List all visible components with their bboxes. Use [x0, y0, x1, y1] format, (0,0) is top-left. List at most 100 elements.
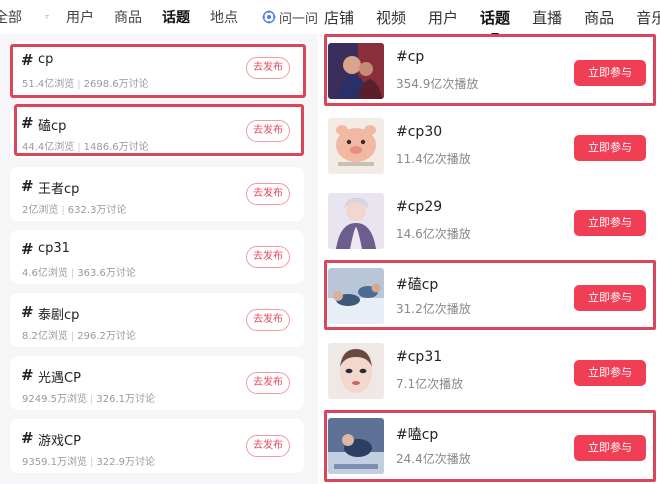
topic-stats: 51.4亿浏览 | 2698.6万讨论 — [22, 75, 149, 90]
topic-stats: 4.6亿浏览 | 363.6万讨论 — [22, 264, 136, 279]
topic-views: 8.2亿浏览 — [22, 331, 68, 342]
ask-label: 问一问 — [278, 11, 318, 27]
tab-users[interactable]: 用户 — [428, 7, 458, 28]
topic-discussions: 296.2万讨论 — [77, 331, 136, 342]
topic-views: 9249.5万浏览 — [22, 394, 87, 405]
tab-music[interactable]: 音乐 — [636, 7, 660, 28]
topic-card[interactable]: # cp 51.4亿浏览 | 2698.6万讨论 去发布 — [10, 41, 304, 95]
join-button[interactable]: 立即参与 — [574, 435, 646, 461]
topic-title: 王者cp — [38, 182, 80, 197]
post-button[interactable]: 去发布 — [246, 435, 290, 457]
topic-title: 磕cp — [38, 119, 67, 134]
topic-title: cp — [38, 52, 54, 67]
topic-title: #cp30 — [396, 124, 443, 140]
tab-stores[interactable]: 店铺 — [324, 7, 354, 28]
stats-divider: | — [90, 394, 94, 405]
topic-thumbnail — [328, 343, 384, 399]
topic-card[interactable]: # 王者cp 2亿浏览 | 632.3万讨论 去发布 — [10, 167, 304, 221]
topic-card[interactable]: # 光遇CP 9249.5万浏览 | 326.1万讨论 去发布 — [10, 356, 304, 410]
topic-thumbnail — [328, 118, 384, 174]
tab-places[interactable]: 地点 — [210, 7, 238, 27]
tab-videos[interactable]: 视频 — [376, 7, 406, 28]
topic-views: 51.4亿浏览 — [22, 79, 75, 90]
post-button[interactable]: 去发布 — [246, 120, 290, 142]
topic-thumbnail — [328, 43, 384, 99]
tab-topics[interactable]: 话题 — [480, 7, 510, 36]
post-button[interactable]: 去发布 — [246, 57, 290, 79]
post-button[interactable]: 去发布 — [246, 372, 290, 394]
page: 全部 用户 商品 话题 地点 问一问 # cp 51.4亿浏览 | 2698.6万讨… — [0, 0, 660, 484]
tab-topics[interactable]: 话题 — [162, 7, 190, 27]
ask-button[interactable]: 问一问 — [262, 8, 318, 27]
hashtag-icon: # — [21, 429, 34, 447]
topic-title: #cp — [396, 49, 425, 65]
tab-users[interactable]: 用户 — [66, 7, 94, 27]
topic-row[interactable]: #磕cp 31.2亿次播放 立即参与 — [318, 268, 660, 328]
hashtag-icon: # — [21, 177, 34, 195]
topic-discussions: 632.3万讨论 — [67, 205, 127, 216]
topic-title: 光遇CP — [38, 371, 81, 386]
topic-row[interactable]: #cp31 7.1亿次播放 立即参与 — [318, 343, 660, 403]
stats-divider: | — [77, 79, 81, 90]
tab-all[interactable]: 全部 — [0, 7, 22, 27]
topic-card[interactable]: # cp31 4.6亿浏览 | 363.6万讨论 去发布 — [10, 230, 304, 284]
topic-stats: 44.4亿浏览 | 1486.6万讨论 — [22, 138, 149, 153]
topic-title: cp31 — [38, 241, 70, 256]
tab-products[interactable]: 商品 — [584, 7, 614, 28]
stats-divider: | — [90, 457, 94, 468]
right-search-panel: 店铺 视频 用户 话题 直播 商品 音乐 #cp 354.9亿次播放 立即参与 … — [318, 0, 660, 484]
topic-title: #cp31 — [396, 349, 443, 365]
topic-stats: 9359.1万浏览 | 322.9万讨论 — [22, 453, 155, 468]
topic-plays: 354.9亿次播放 — [396, 77, 479, 91]
topic-title: #嗑cp — [396, 427, 439, 443]
join-button[interactable]: 立即参与 — [574, 285, 646, 311]
topic-row[interactable]: #嗑cp 24.4亿次播放 立即参与 — [318, 418, 660, 478]
ask-icon — [262, 10, 276, 24]
topic-plays: 7.1亿次播放 — [396, 377, 464, 391]
join-button[interactable]: 立即参与 — [574, 135, 646, 161]
stats-divider: | — [61, 205, 65, 216]
topic-discussions: 326.1万讨论 — [96, 394, 156, 405]
join-button[interactable]: 立即参与 — [574, 360, 646, 386]
topic-title: 游戏CP — [38, 434, 81, 449]
right-tab-bar: 店铺 视频 用户 话题 直播 商品 音乐 — [318, 0, 660, 36]
topic-stats: 9249.5万浏览 | 326.1万讨论 — [22, 390, 155, 405]
topic-title: 泰剧cp — [38, 308, 80, 323]
topic-views: 9359.1万浏览 — [22, 457, 87, 468]
hashtag-icon: # — [21, 114, 34, 132]
topic-discussions: 2698.6万讨论 — [83, 79, 149, 90]
topic-plays: 11.4亿次播放 — [396, 152, 471, 166]
topic-views: 44.4亿浏览 — [22, 142, 75, 153]
topic-plays: 31.2亿次播放 — [396, 302, 471, 316]
topic-row[interactable]: #cp30 11.4亿次播放 立即参与 — [318, 118, 660, 178]
topic-card[interactable]: # 泰剧cp 8.2亿浏览 | 296.2万讨论 去发布 — [10, 293, 304, 347]
topic-views: 2亿浏览 — [22, 205, 59, 216]
topic-card[interactable]: # 磕cp 44.4亿浏览 | 1486.6万讨论 去发布 — [10, 104, 304, 158]
tab-live[interactable]: 直播 — [532, 7, 562, 28]
hashtag-icon: # — [21, 51, 34, 69]
topic-thumbnail — [328, 268, 384, 324]
topic-discussions: 322.9万讨论 — [96, 457, 156, 468]
topic-row[interactable]: #cp 354.9亿次播放 立即参与 — [318, 43, 660, 103]
topic-stats: 2亿浏览 | 632.3万讨论 — [22, 201, 126, 216]
topic-views: 4.6亿浏览 — [22, 268, 68, 279]
hashtag-icon: # — [21, 303, 34, 321]
topic-thumbnail — [328, 418, 384, 474]
topic-stats: 8.2亿浏览 | 296.2万讨论 — [22, 327, 136, 342]
join-button[interactable]: 立即参与 — [574, 210, 646, 236]
post-button[interactable]: 去发布 — [246, 183, 290, 205]
topic-plays: 14.6亿次播放 — [396, 227, 471, 241]
topic-discussions: 363.6万讨论 — [77, 268, 136, 279]
join-button[interactable]: 立即参与 — [574, 60, 646, 86]
topic-plays: 24.4亿次播放 — [396, 452, 471, 466]
left-tab-bar: 全部 用户 商品 话题 地点 问一问 — [0, 0, 318, 34]
hashtag-icon: # — [21, 366, 34, 384]
topic-row[interactable]: #cp29 14.6亿次播放 立即参与 — [318, 193, 660, 253]
post-button[interactable]: 去发布 — [246, 309, 290, 331]
hashtag-icon: # — [21, 240, 34, 258]
tab-products[interactable]: 商品 — [114, 7, 142, 27]
filter-icon[interactable] — [45, 12, 49, 22]
left-search-panel: 全部 用户 商品 话题 地点 问一问 # cp 51.4亿浏览 | 2698.6万讨… — [0, 0, 318, 484]
topic-card[interactable]: # 游戏CP 9359.1万浏览 | 322.9万讨论 去发布 — [10, 419, 304, 473]
post-button[interactable]: 去发布 — [246, 246, 290, 268]
